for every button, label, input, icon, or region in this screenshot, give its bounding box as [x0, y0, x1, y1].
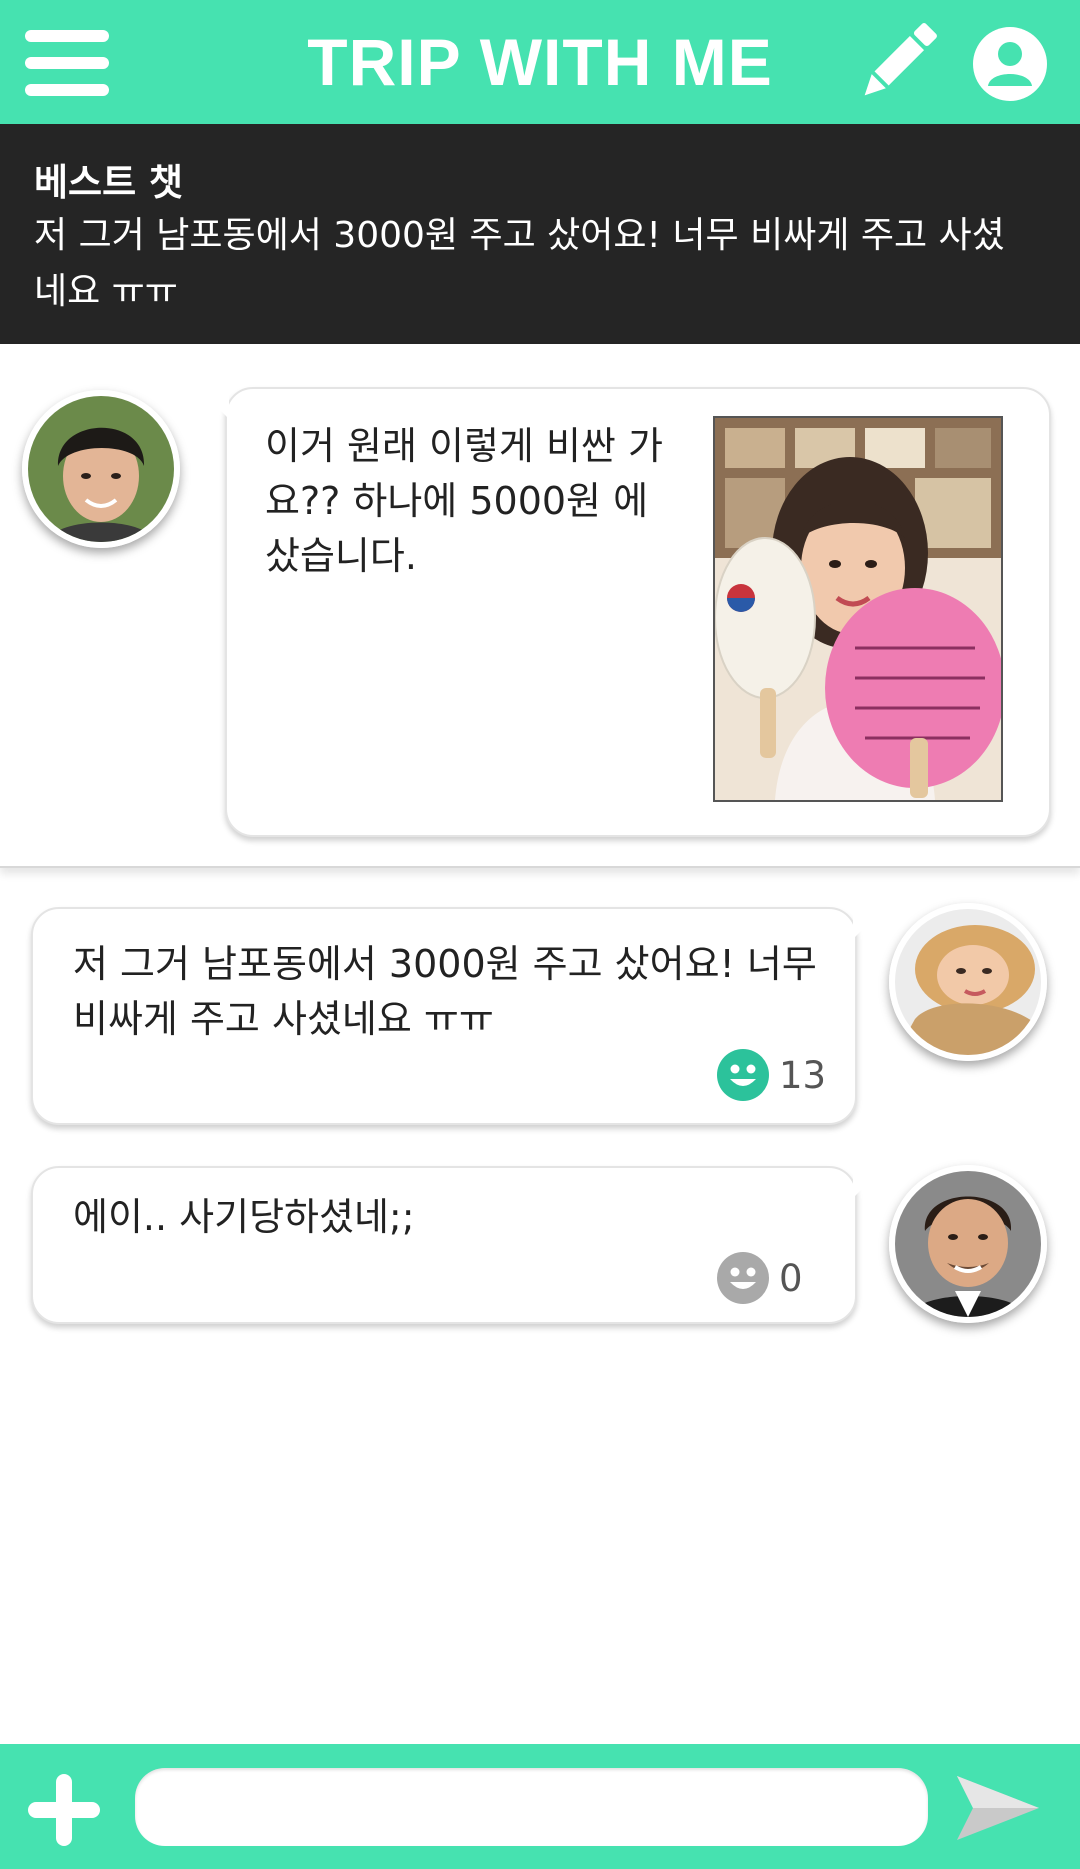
comment-text: 저 그거 남포동에서 3000원 주고 샀어요! 너무 비싸게 주고 사셨네요 …	[73, 942, 817, 1041]
top-app-bar: TRIP WITH ME	[0, 0, 1080, 124]
smiley-icon	[717, 1049, 769, 1101]
message-input-bar	[0, 1744, 1080, 1869]
plus-icon[interactable]	[26, 1772, 102, 1848]
like-button[interactable]: 13	[717, 1049, 826, 1101]
user-profile-icon[interactable]	[972, 26, 1048, 102]
send-icon[interactable]	[955, 1774, 1041, 1842]
best-chat-title: 베스트 챗	[34, 161, 184, 204]
message-input[interactable]	[135, 1768, 928, 1846]
comment-bubble: 저 그거 남포동에서 3000원 주고 샀어요! 너무 비싸게 주고 사셨네요 …	[31, 907, 885, 1125]
bubble-tail	[853, 907, 885, 939]
bubble-tail	[853, 1166, 885, 1198]
commenter-avatar[interactable]	[889, 903, 1047, 1061]
pencil-icon[interactable]	[858, 18, 942, 102]
bubble-tail	[197, 387, 229, 419]
like-count: 0	[779, 1256, 803, 1300]
commenter-avatar[interactable]	[889, 1165, 1047, 1323]
post-author-avatar[interactable]	[22, 390, 180, 548]
post-text: 이거 원래 이렇게 비싼 가요?? 하나에 5000원 에 샀습니다.	[265, 424, 663, 578]
comment-bubble: 에이.. 사기당하셨네;; 0	[31, 1166, 885, 1324]
smiley-icon	[717, 1252, 769, 1304]
original-post: 이거 원래 이렇게 비싼 가요?? 하나에 5000원 에 샀습니다.	[0, 344, 1080, 868]
post-photo[interactable]	[713, 416, 1003, 802]
like-count: 13	[779, 1053, 827, 1097]
best-chat-text: 저 그거 남포동에서 3000원 주고 샀어요! 너무 비싸게 주고 사셨네요 …	[34, 215, 1005, 312]
comment-text: 에이.. 사기당하셨네;;	[73, 1195, 415, 1239]
like-button[interactable]: 0	[717, 1252, 803, 1304]
best-chat-banner[interactable]: 베스트 챗 저 그거 남포동에서 3000원 주고 샀어요! 너무 비싸게 주고…	[0, 124, 1080, 344]
post-bubble: 이거 원래 이렇게 비싼 가요?? 하나에 5000원 에 샀습니다.	[197, 387, 1051, 837]
